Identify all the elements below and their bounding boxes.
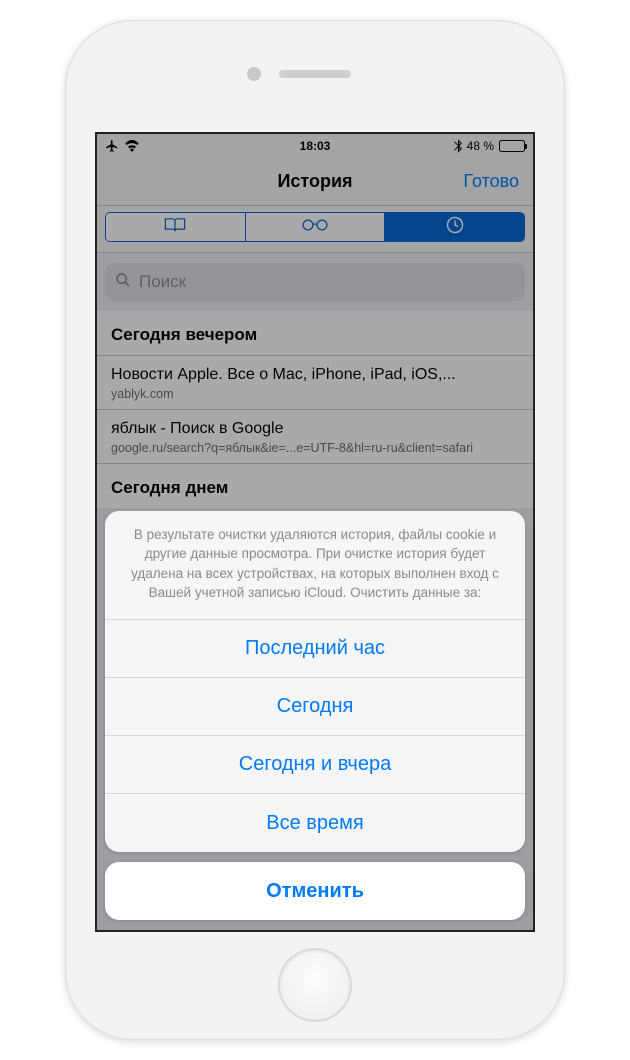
home-button[interactable] — [278, 948, 352, 1022]
clear-last-hour-button[interactable]: Последний час — [105, 620, 525, 678]
clear-all-time-button[interactable]: Все время — [105, 794, 525, 852]
screen: 18:03 48 % История Готово — [95, 132, 535, 932]
action-sheet-group: В результате очистки удаляются история, … — [105, 511, 525, 852]
phone-top-bezel — [65, 20, 565, 132]
action-sheet: В результате очистки удаляются история, … — [105, 511, 525, 920]
front-camera — [247, 67, 261, 81]
clear-today-button[interactable]: Сегодня — [105, 678, 525, 736]
action-sheet-message: В результате очистки удаляются история, … — [105, 511, 525, 620]
cancel-button[interactable]: Отменить — [105, 862, 525, 920]
phone-bottom-bezel — [65, 932, 565, 1040]
iphone-frame: 18:03 48 % История Готово — [65, 20, 565, 1040]
clear-today-and-yesterday-button[interactable]: Сегодня и вчера — [105, 736, 525, 794]
earpiece-speaker — [279, 70, 351, 78]
